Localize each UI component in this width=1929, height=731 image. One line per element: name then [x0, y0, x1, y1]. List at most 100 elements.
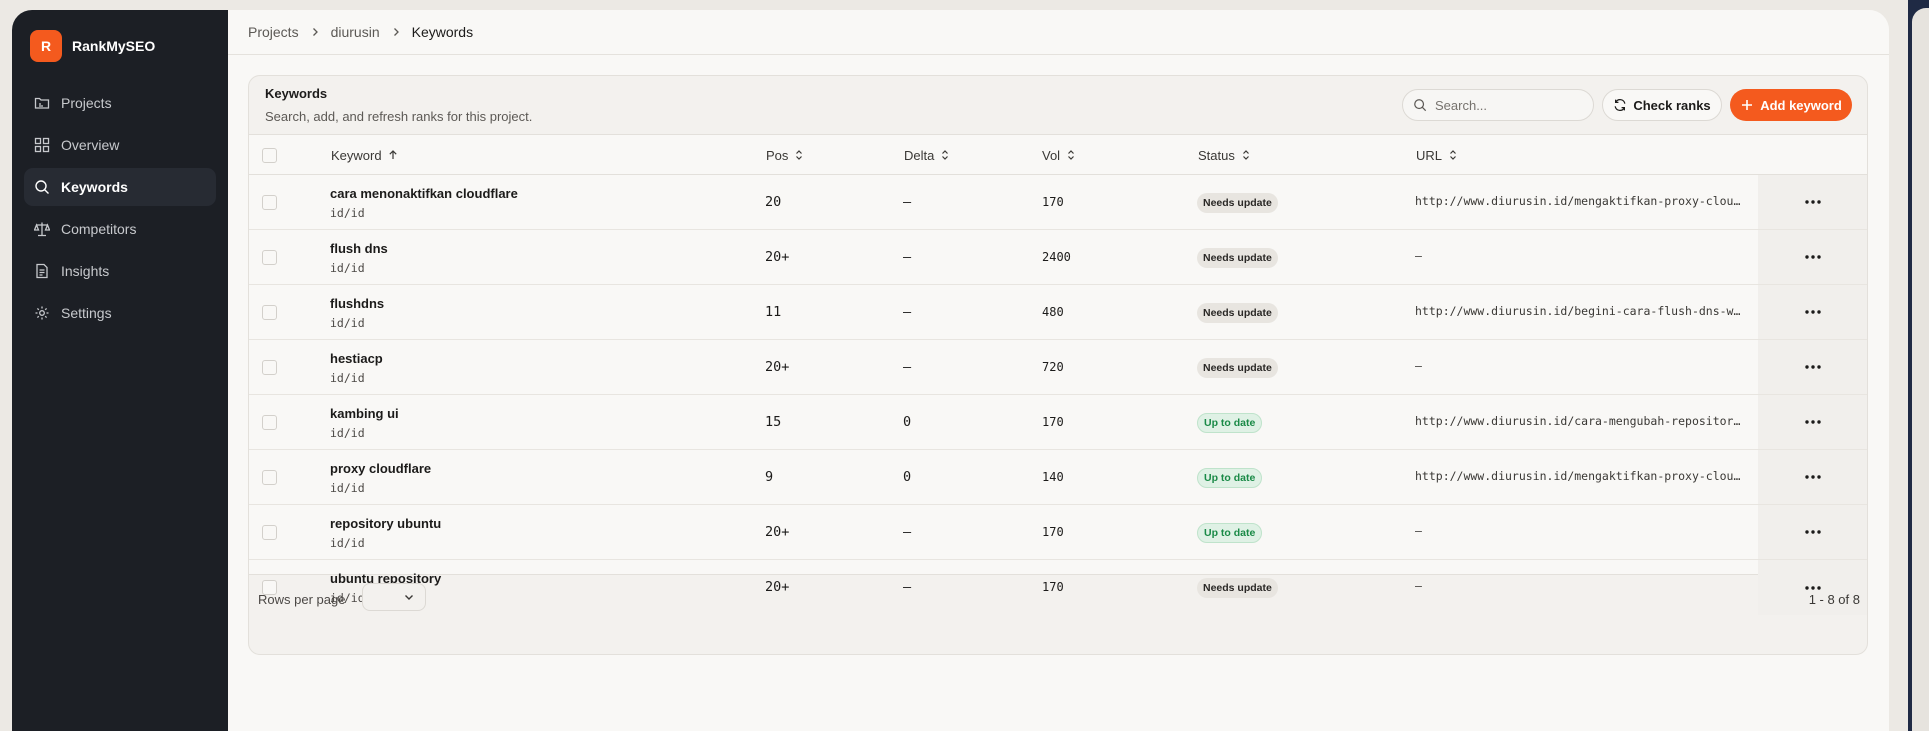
sort-icon — [1242, 150, 1249, 160]
status-badge: Needs update — [1197, 303, 1278, 323]
table-row[interactable]: proxy cloudflare id/id 9 0 140 Up to dat… — [249, 450, 1867, 505]
chevron-right-icon — [312, 28, 318, 36]
row-actions-button[interactable] — [1758, 230, 1867, 284]
url-link[interactable]: http://www.diurusin.id/begini-cara-flush… — [1415, 304, 1741, 318]
more-icon — [1804, 200, 1821, 204]
volume-value: 170 — [1042, 195, 1064, 209]
row-actions-button[interactable] — [1758, 175, 1867, 229]
scale-icon — [34, 222, 50, 237]
sidebar-item-overview[interactable]: Overview — [24, 126, 216, 164]
url-link[interactable]: http://www.diurusin.id/mengaktifkan-prox… — [1415, 194, 1741, 208]
sidebar-item-settings[interactable]: Settings — [24, 294, 216, 332]
breadcrumb-projects[interactable]: Projects — [248, 24, 299, 40]
table-row[interactable]: flush dns id/id 20+ — 2400 Needs update … — [249, 230, 1867, 285]
url-link[interactable]: http://www.diurusin.id/mengaktifkan-prox… — [1415, 469, 1741, 483]
folder-icon — [34, 97, 50, 109]
sidebar-item-competitors[interactable]: Competitors — [24, 210, 216, 248]
position-value: 20 — [765, 194, 782, 210]
search-box — [1402, 89, 1594, 121]
url-link: — — [1415, 524, 1422, 538]
add-keyword-button[interactable]: Add keyword — [1730, 89, 1852, 121]
table-row[interactable]: kambing ui id/id 15 0 170 Up to date htt… — [249, 395, 1867, 450]
column-url[interactable]: URL — [1416, 135, 1458, 175]
row-checkbox[interactable] — [262, 305, 277, 320]
column-label: Pos — [766, 147, 789, 163]
search-input[interactable] — [1435, 97, 1585, 113]
delta-value: 0 — [903, 469, 912, 485]
breadcrumb-current: Keywords — [411, 24, 474, 40]
row-actions-button[interactable] — [1758, 285, 1867, 339]
delta-value: — — [903, 304, 912, 320]
rows-per-page-select[interactable] — [362, 583, 426, 611]
sort-icon — [1450, 150, 1456, 160]
volume-value: 480 — [1042, 305, 1064, 319]
status-badge: Up to date — [1197, 413, 1263, 433]
sidebar-nav: Projects Overview Keywords Competitors I… — [24, 84, 216, 332]
plus-icon — [1742, 100, 1753, 110]
column-vol[interactable]: Vol — [1042, 135, 1076, 175]
volume-value: 170 — [1042, 525, 1064, 539]
status-badge: Needs update — [1197, 358, 1278, 378]
row-actions-button[interactable] — [1758, 505, 1867, 559]
row-actions-button[interactable] — [1758, 395, 1867, 449]
sidebar-item-projects[interactable]: Projects — [24, 84, 216, 122]
keyword-text: flushdns — [330, 296, 385, 311]
table-row[interactable]: repository ubuntu id/id 20+ — 170 Up to … — [249, 505, 1867, 560]
volume-value: 720 — [1042, 360, 1064, 374]
url-link: — — [1415, 249, 1422, 263]
table-row[interactable]: cara menonaktifkan cloudflare id/id 20 —… — [249, 175, 1867, 230]
more-icon — [1804, 475, 1821, 479]
column-label: URL — [1416, 147, 1443, 163]
row-checkbox[interactable] — [262, 415, 277, 430]
keyword-text: hestiacp — [330, 351, 383, 366]
column-label: Delta — [904, 147, 935, 163]
position-value: 15 — [765, 414, 782, 430]
table-row[interactable]: hestiacp id/id 20+ — 720 Needs update — — [249, 340, 1867, 395]
sidebar-item-label: Keywords — [61, 179, 128, 195]
row-actions-button[interactable] — [1758, 340, 1867, 394]
column-label: Vol — [1042, 147, 1061, 163]
refresh-icon — [1614, 99, 1626, 111]
delta-value: — — [903, 194, 912, 210]
app-window: R RankMySEO Projects Overview Keywords C… — [12, 10, 1889, 731]
sidebar-item-label: Settings — [61, 305, 112, 321]
row-checkbox[interactable] — [262, 470, 277, 485]
keyword-text: repository ubuntu — [330, 516, 442, 531]
url-link: — — [1415, 359, 1422, 373]
check-ranks-button[interactable]: Check ranks — [1602, 89, 1722, 121]
brand[interactable]: R RankMySEO — [24, 30, 216, 62]
brand-logo: R — [30, 30, 62, 62]
row-checkbox[interactable] — [262, 195, 277, 210]
column-delta[interactable]: Delta — [904, 135, 950, 175]
volume-value: 170 — [1042, 415, 1064, 429]
keyword-text: flush dns — [330, 241, 388, 256]
row-checkbox[interactable] — [262, 250, 277, 265]
row-actions-button[interactable] — [1758, 450, 1867, 504]
keyword-locale: id/id — [330, 261, 365, 275]
more-icon — [1804, 365, 1821, 369]
status-badge: Needs update — [1197, 193, 1278, 213]
delta-value: — — [903, 359, 912, 375]
table-row[interactable]: flushdns id/id 11 — 480 Needs update htt… — [249, 285, 1867, 340]
keyword-locale: id/id — [330, 316, 365, 330]
column-status[interactable]: Status — [1198, 135, 1251, 175]
keyword-text: cara menonaktifkan cloudflare — [330, 186, 518, 201]
more-icon — [1804, 530, 1821, 534]
row-checkbox[interactable] — [262, 360, 277, 375]
sort-icon — [942, 150, 949, 160]
sidebar-item-keywords[interactable]: Keywords — [24, 168, 216, 206]
keyword-text: proxy cloudflare — [330, 461, 432, 476]
column-label: Keyword — [331, 147, 382, 163]
select-all-checkbox[interactable] — [262, 148, 277, 163]
url-link[interactable]: http://www.diurusin.id/cara-mengubah-rep… — [1415, 414, 1741, 428]
column-pos[interactable]: Pos — [766, 135, 804, 175]
dashboard-icon — [34, 137, 50, 153]
row-checkbox[interactable] — [262, 525, 277, 540]
sidebar-item-insights[interactable]: Insights — [24, 252, 216, 290]
breadcrumb-project[interactable]: diurusin — [331, 24, 380, 40]
card-header: Keywords Search, add, and refresh ranks … — [249, 76, 1867, 134]
pagination-info: 1 - 8 of 8 — [1808, 592, 1860, 607]
column-keyword[interactable]: Keyword — [331, 135, 398, 175]
breadcrumb: Projects diurusin Keywords — [228, 10, 1889, 55]
keywords-table: Keyword Pos Delta Vol Status URL cara me… — [249, 134, 1867, 615]
